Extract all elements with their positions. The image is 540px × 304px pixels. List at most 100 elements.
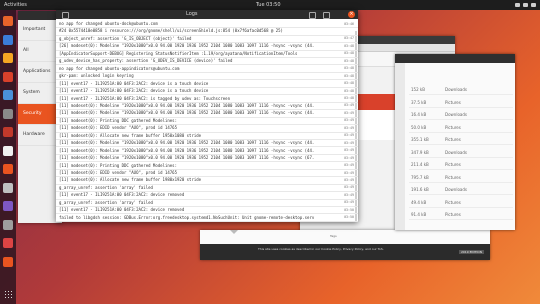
file-row[interactable]: 355.1 kB Pictures (409, 134, 513, 145)
dock-app-icon[interactable] (3, 164, 13, 174)
log-entry[interactable]: [11] event17 - ILI9251A:00 04F3:2AC2: de… (59, 207, 344, 212)
log-entry[interactable]: no app for changed ubuntu-appindicators@… (59, 66, 344, 71)
file-size: 191.6 kB (411, 187, 429, 192)
log-entry[interactable]: [11] event17 - ILI9251A:00 04F3:2AC2: is… (59, 96, 344, 101)
logs-titlebar: Logs × (56, 10, 358, 19)
logs-window[interactable]: Logs × no app for changed ubuntu-dock@ub… (56, 10, 358, 222)
clock[interactable]: Tue 03:50 (256, 0, 281, 10)
file-row[interactable]: 91.4 kB Pictures (409, 209, 513, 220)
file-location: Downloads (445, 87, 467, 92)
log-entry[interactable]: [26] modeset(0): Modeline "1920x1080"x0.… (59, 43, 344, 48)
log-entry[interactable]: failed to libgdsh session: GDBus.Error:o… (59, 215, 344, 220)
log-time: 03:48 (344, 96, 354, 100)
dock-app-icon[interactable] (3, 256, 13, 267)
volume-icon (523, 3, 528, 7)
dock-app-icon[interactable] (3, 90, 13, 100)
log-entry[interactable]: [11] event17 - ILI9251A:00 04F3:2AC2: de… (59, 88, 344, 93)
dock-app-icon[interactable] (3, 145, 13, 156)
menu-icon[interactable] (62, 12, 69, 19)
file-location: Pictures (445, 99, 461, 105)
log-time: 03:48 (344, 66, 354, 71)
file-size: 211.4 kB (411, 162, 429, 167)
log-entry[interactable]: [11] modeset(0): Allocate new frame buff… (59, 177, 344, 182)
log-entry[interactable]: [11] modeset(0): Modeline "1920x1080"x0.… (59, 110, 344, 115)
system-indicators[interactable] (515, 0, 536, 10)
log-entry[interactable]: [11] modeset(0): Modeline "1920x1080"x0.… (59, 103, 344, 108)
file-row[interactable]: 50.0 kB Pictures (409, 122, 513, 133)
file-row[interactable]: 191.6 kB Downloads (409, 184, 513, 195)
file-row[interactable]: 347.9 kB Downloads (409, 147, 513, 158)
file-size: 152 kB (411, 87, 425, 92)
log-entry[interactable]: gkr-pam: unlocked login keyring (59, 73, 344, 78)
edition-badge[interactable]: 2019 EDITION (458, 250, 484, 254)
close-icon[interactable]: × (348, 11, 355, 18)
file-size: 16.4 kB (411, 112, 427, 117)
log-entry[interactable]: [11] modeset(0): Modeline "1920x1080"x0.… (59, 140, 344, 145)
export-icon[interactable] (323, 12, 330, 19)
log-entry[interactable]: [11] modeset(0): EDID vendor "AUO", prod… (59, 125, 344, 130)
log-time: 03:48 (344, 88, 354, 93)
file-row[interactable]: 152 kB Downloads (409, 84, 513, 95)
file-row[interactable]: 16.4 kB Downloads (409, 109, 513, 120)
log-entry[interactable]: g_array_unref: assertion 'array' failed (59, 185, 344, 190)
window-title: Logs (186, 11, 198, 17)
file-size: 49.4 kB (411, 199, 427, 205)
dock-app-icon[interactable] (3, 182, 13, 193)
log-entry[interactable]: g_udev_device_has_property: assertion 'G… (59, 58, 344, 63)
log-list[interactable]: no app for changed ubuntu-dock@ubuntu.co… (56, 19, 358, 222)
dock-app-icon[interactable] (3, 108, 13, 119)
log-time: 03:49 (344, 170, 354, 175)
log-entry[interactable]: [11] event17 - ILI9251A:00 04F3:2AC2: de… (59, 81, 344, 86)
file-location: Pictures (445, 124, 461, 130)
cookie-notice: This site uses cookies as described in o… (258, 247, 384, 251)
dock-app-icon[interactable] (3, 219, 13, 230)
dock-app-icon[interactable] (3, 201, 13, 211)
file-row[interactable]: 795.7 kB Pictures (409, 172, 513, 183)
log-entry[interactable]: [11] modeset(0): Modeline "1920x1080"x0.… (59, 155, 344, 160)
top-bar: Activities Tue 03:50 (0, 0, 540, 10)
log-time: 03:49 (344, 192, 354, 197)
log-time: 03:49 (344, 185, 354, 190)
dock (0, 10, 16, 304)
show-applications-icon[interactable] (4, 290, 12, 298)
log-entry[interactable]: [11] modeset(0): EDID vendor "AUO", prod… (59, 170, 344, 175)
log-time: 03:48 (344, 58, 354, 63)
file-size: 37.5 kB (411, 99, 427, 105)
dock-app-icon[interactable] (3, 34, 13, 45)
file-location: Pictures (445, 137, 461, 142)
dock-app-icon[interactable] (3, 127, 13, 137)
log-time: 03:48 (344, 73, 354, 78)
dock-app-icon[interactable] (3, 238, 13, 248)
file-manager-titlebar (395, 54, 515, 63)
dock-app-icon[interactable] (3, 53, 13, 63)
web-page-window[interactable]: Tags This site uses cookies as described… (200, 230, 490, 260)
scrollbar[interactable] (355, 31, 357, 221)
file-row[interactable]: 37.5 kB Pictures (409, 97, 513, 108)
log-time: 03:50 (344, 207, 354, 212)
network-icon (515, 3, 520, 7)
log-entry[interactable]: g_object_unref: assertion 'G_IS_OBJECT (… (59, 36, 344, 41)
log-entry[interactable]: #24 0x5574418e0858 i resource:///org/gno… (59, 28, 344, 33)
log-entry[interactable]: [AppIndicatorSupport-DEBUG] Registering … (59, 51, 344, 56)
log-time: 03:49 (344, 110, 354, 115)
log-entry[interactable]: [11] modeset(0): Allocate new frame buff… (59, 133, 344, 138)
dock-app-icon[interactable] (3, 71, 13, 82)
log-time: 03:46 (344, 21, 354, 26)
file-row[interactable]: 211.4 kB Pictures (409, 159, 513, 170)
log-entry[interactable]: [11] modeset(0): Printing DDC gathered M… (59, 163, 344, 168)
dock-app-icon[interactable] (3, 16, 13, 26)
file-manager-window[interactable]: 152 kB Downloads 37.5 kB Pictures 16.4 kB Dow… (395, 54, 515, 230)
file-row[interactable]: 49.4 kB Pictures (409, 197, 513, 208)
log-time: 03:48 (344, 43, 354, 48)
log-entry[interactable]: [11] modeset(0): Modeline "1920x1080"x0.… (59, 148, 344, 153)
log-entry[interactable]: [11] event17 - ILI9251A:00 04F3:2AC2: de… (59, 192, 344, 197)
log-entry[interactable]: no app for changed ubuntu-dock@ubuntu.co… (59, 21, 344, 26)
file-size: 50.0 kB (411, 124, 427, 130)
log-entry[interactable]: [11] modeset(0): Printing DDC gathered M… (59, 118, 344, 123)
search-icon[interactable] (309, 12, 316, 19)
log-time: 03:49 (344, 148, 354, 153)
file-location: Pictures (445, 212, 461, 217)
log-time: 03:49 (344, 163, 354, 168)
activities-button[interactable]: Activities (4, 0, 27, 10)
log-entry[interactable]: g_array_unref: assertion 'array' failed (59, 200, 344, 205)
